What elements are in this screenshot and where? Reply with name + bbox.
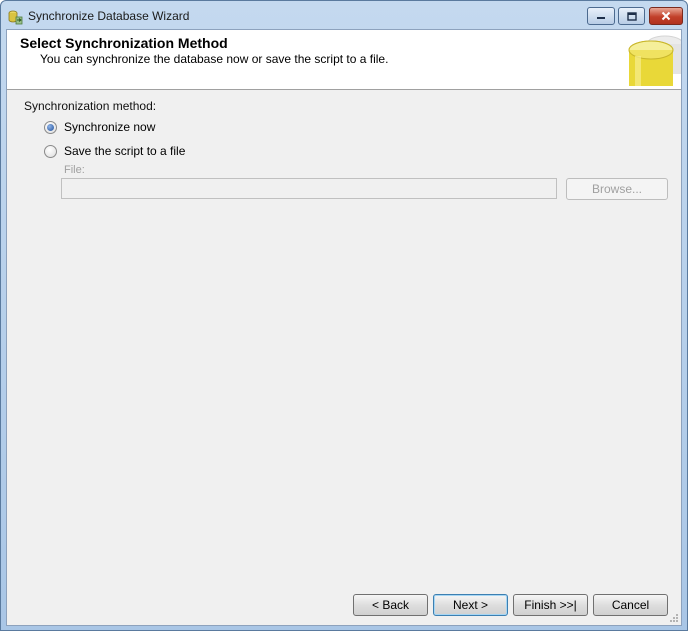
minimize-icon bbox=[597, 17, 605, 19]
finish-button[interactable]: Finish >>| bbox=[513, 594, 588, 616]
radio-label: Synchronize now bbox=[64, 120, 156, 134]
title-bar[interactable]: Synchronize Database Wizard bbox=[1, 1, 687, 29]
radio-synchronize-now[interactable]: Synchronize now bbox=[44, 119, 155, 135]
next-button[interactable]: Next > bbox=[433, 594, 508, 616]
minimize-button[interactable] bbox=[587, 7, 615, 25]
page-subtitle: You can synchronize the database now or … bbox=[40, 52, 389, 66]
cancel-button[interactable]: Cancel bbox=[593, 594, 668, 616]
sync-method-label: Synchronization method: bbox=[24, 99, 157, 113]
browse-button[interactable]: Browse... bbox=[566, 178, 668, 200]
radio-save-script[interactable]: Save the script to a file bbox=[44, 143, 185, 159]
resize-grip-icon[interactable] bbox=[669, 613, 679, 623]
database-sync-icon bbox=[8, 10, 23, 25]
maximize-icon bbox=[626, 11, 637, 21]
wizard-window: Synchronize Database Wizard Select Synch… bbox=[0, 0, 688, 631]
back-button[interactable]: < Back bbox=[353, 594, 428, 616]
close-button[interactable] bbox=[649, 7, 683, 25]
file-path-input[interactable] bbox=[61, 178, 557, 199]
page-title: Select Synchronization Method bbox=[20, 35, 228, 51]
file-label: File: bbox=[64, 164, 85, 176]
database-cylinder-icon bbox=[628, 35, 681, 86]
close-icon bbox=[661, 11, 671, 21]
wizard-header: Select Synchronization Method You can sy… bbox=[7, 30, 681, 90]
radio-label: Save the script to a file bbox=[64, 144, 186, 158]
maximize-button[interactable] bbox=[618, 7, 645, 25]
radio-button-checked[interactable] bbox=[44, 120, 57, 134]
wizard-client-area: Select Synchronization Method You can sy… bbox=[6, 29, 682, 626]
radio-button-unchecked[interactable] bbox=[44, 144, 57, 158]
window-title: Synchronize Database Wizard bbox=[28, 9, 190, 23]
